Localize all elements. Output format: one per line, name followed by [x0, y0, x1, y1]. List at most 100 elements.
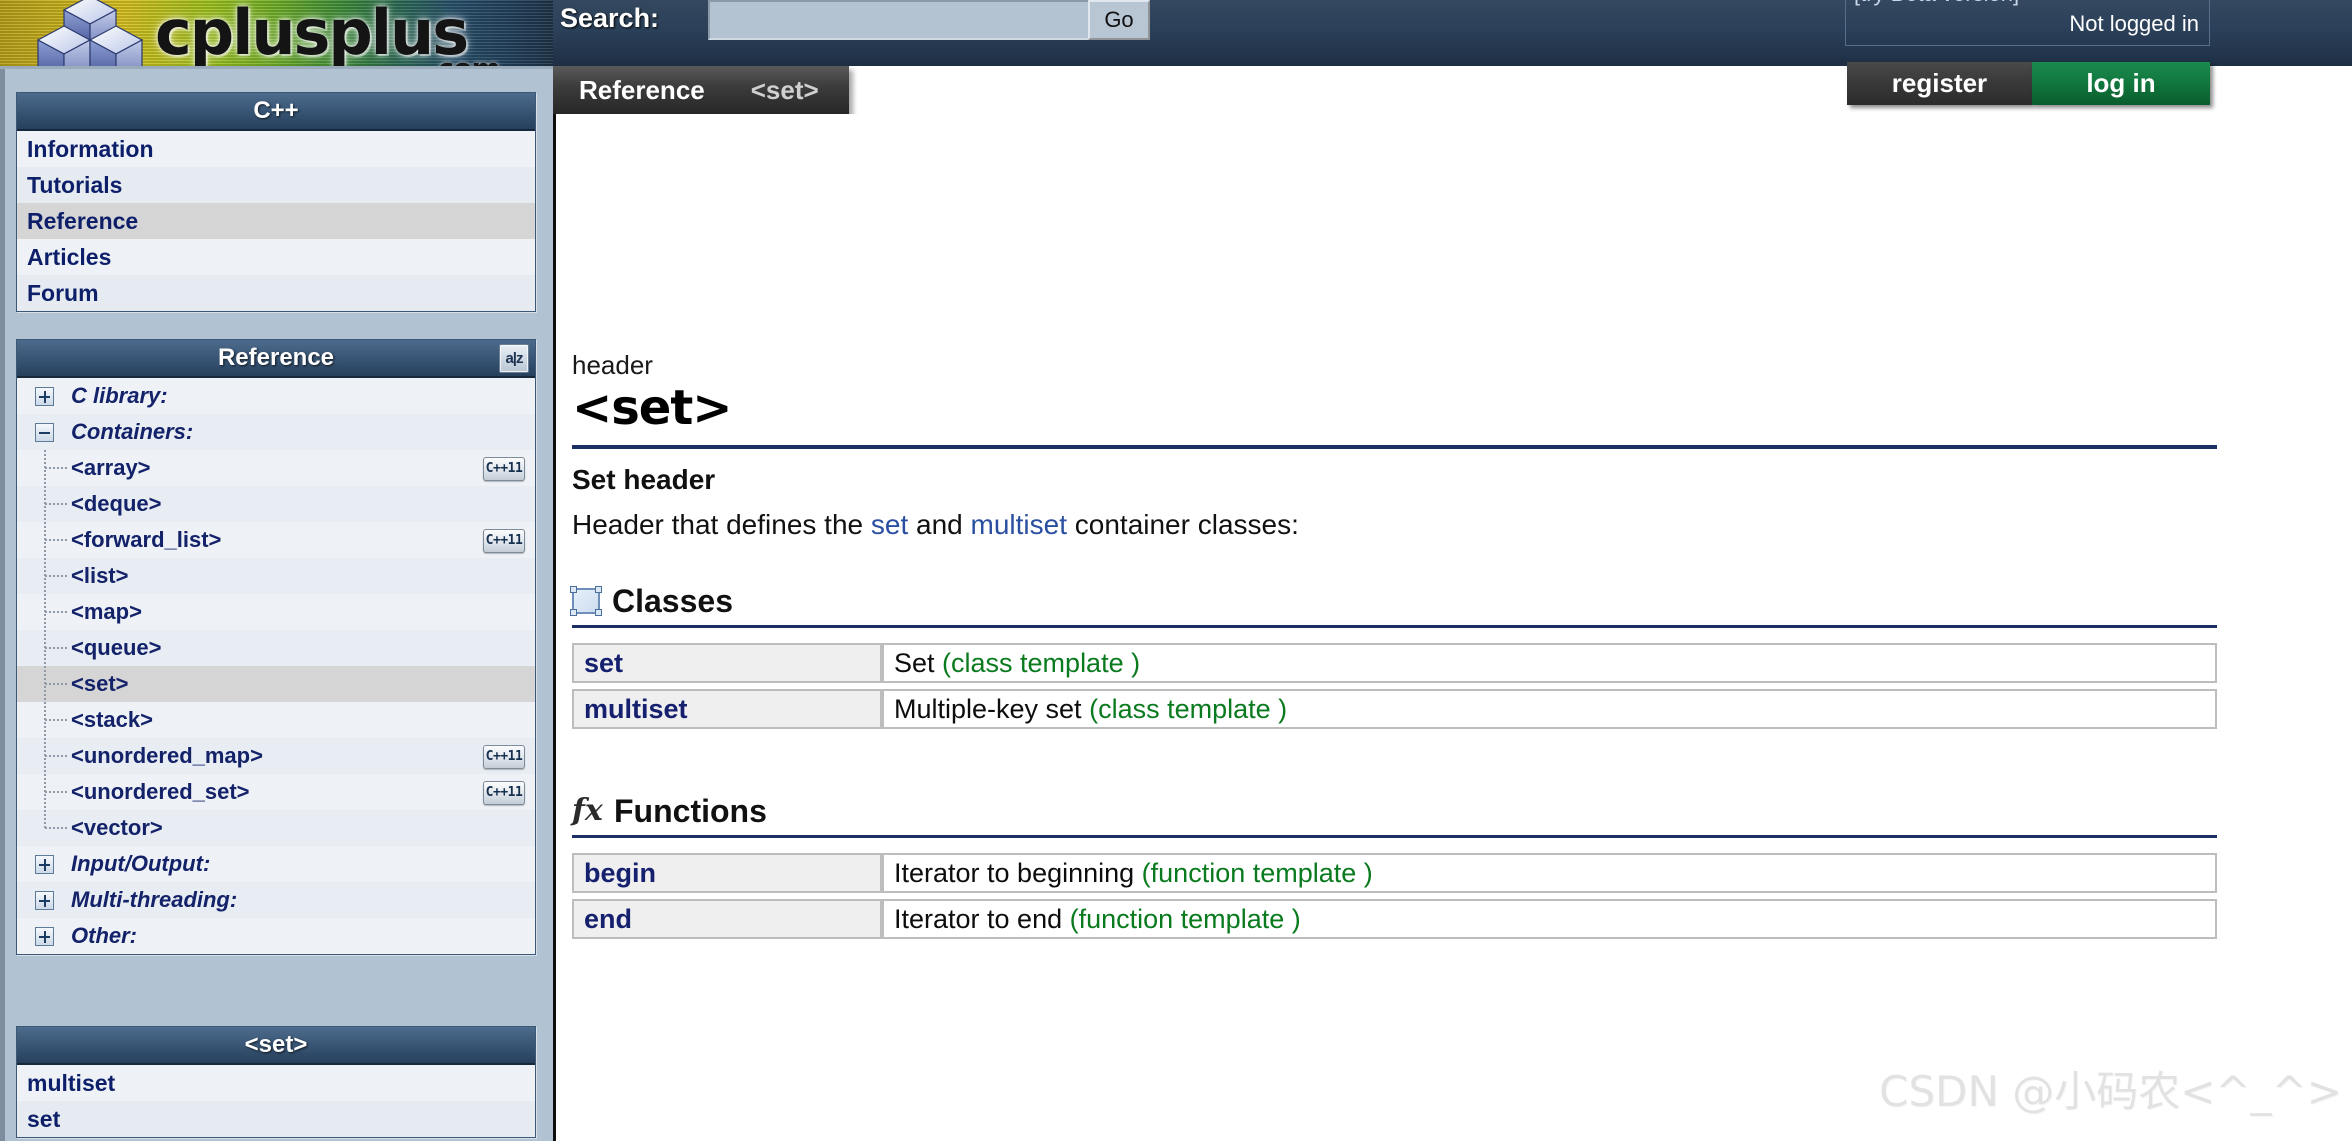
- row-kind-tag: (function template ): [1141, 857, 1373, 888]
- expand-plus-icon[interactable]: [35, 387, 54, 406]
- tree-group-c-library[interactable]: C library:: [17, 378, 535, 414]
- tree-item-stack[interactable]: <stack>: [17, 702, 535, 738]
- set-members-panel: <set> multiset set: [16, 1026, 536, 1138]
- page-description: Header that defines the set and multiset…: [572, 509, 1299, 541]
- link-set[interactable]: set: [871, 509, 908, 540]
- tree-group-multi-threading[interactable]: Multi-threading:: [17, 882, 535, 918]
- expand-plus-icon[interactable]: [35, 891, 54, 910]
- breadcrumb-tabs: Reference <set>: [553, 66, 849, 114]
- sidebar-item-forum[interactable]: Forum: [17, 275, 535, 311]
- sidebar-item-label: set: [27, 1106, 61, 1132]
- tab-set[interactable]: <set>: [724, 66, 849, 114]
- function-name-begin[interactable]: begin: [572, 853, 882, 893]
- tree-item-label: <list>: [71, 563, 129, 588]
- classes-heading-label: Classes: [612, 582, 733, 619]
- sort-alphabetical-icon[interactable]: a|z: [499, 344, 529, 373]
- set-members-list: multiset set: [17, 1065, 535, 1137]
- tree-group-containers[interactable]: Containers:: [17, 414, 535, 450]
- search-go-button[interactable]: Go: [1088, 0, 1150, 40]
- tree-branch-icon: [45, 791, 67, 793]
- tree-branch-icon: [45, 575, 67, 577]
- sidebar-item-articles[interactable]: Articles: [17, 239, 535, 275]
- tree-item-label: Other:: [71, 923, 137, 948]
- tree-branch-icon: [45, 647, 67, 649]
- table-row[interactable]: multiset Multiple-key set (class templat…: [572, 689, 2217, 729]
- tree-group-input-output[interactable]: Input/Output:: [17, 846, 535, 882]
- tree-item-array[interactable]: <array> C++11: [17, 450, 535, 486]
- main-content: header <set> Set header Header that defi…: [556, 114, 2352, 1141]
- section-rule: [572, 625, 2217, 628]
- sidebar-item-label: Tutorials: [27, 172, 123, 198]
- sidebar-item-label: Information: [27, 136, 154, 162]
- reference-panel-title-label: Reference: [217, 344, 335, 371]
- tree-branch-icon: [45, 683, 67, 685]
- logo-wordmark: cplusplus: [155, 0, 469, 66]
- tree-item-label: <deque>: [71, 491, 162, 516]
- table-row[interactable]: set Set (class template ): [572, 643, 2217, 683]
- sidebar-item-reference[interactable]: Reference: [17, 203, 535, 239]
- tree-item-unordered-set[interactable]: <unordered_set> C++11: [17, 774, 535, 810]
- class-desc-set: Set (class template ): [882, 643, 2217, 683]
- cpp11-badge: C++11: [483, 745, 525, 769]
- login-button[interactable]: log in: [2032, 62, 2210, 105]
- tree-branch-icon: [45, 539, 67, 541]
- tree-item-label: <set>: [71, 671, 129, 696]
- functions-section: fx Functions begin Iterator to beginning…: [572, 789, 2217, 945]
- functions-section-heading: fx Functions: [572, 789, 2217, 838]
- tree-item-queue[interactable]: <queue>: [17, 630, 535, 666]
- tree-group-other[interactable]: Other:: [17, 918, 535, 954]
- tree-item-label: <unordered_map>: [71, 743, 263, 768]
- title-rule: [572, 445, 2217, 449]
- tree-item-label: C library:: [71, 383, 168, 408]
- sidebar: C++ Information Tutorials Reference Arti…: [0, 66, 553, 1141]
- tree-item-forward-list[interactable]: <forward_list> C++11: [17, 522, 535, 558]
- sidebar-item-information[interactable]: Information: [17, 131, 535, 167]
- table-row[interactable]: end Iterator to end (function template ): [572, 899, 2217, 939]
- site-header: cplusplus .com Search: Go [try Beta vers…: [0, 0, 2352, 66]
- page-title: <set>: [572, 380, 733, 436]
- tree-item-label: Containers:: [71, 419, 194, 444]
- functions-heading-label: Functions: [614, 792, 767, 829]
- tree-item-deque[interactable]: <deque>: [17, 486, 535, 522]
- tree-item-map[interactable]: <map>: [17, 594, 535, 630]
- register-button[interactable]: register: [1847, 62, 2032, 105]
- expand-plus-icon[interactable]: [35, 855, 54, 874]
- expand-plus-icon[interactable]: [35, 927, 54, 946]
- tab-reference[interactable]: Reference: [553, 66, 726, 114]
- description-mid: and: [908, 509, 971, 540]
- tree-item-set[interactable]: <set>: [17, 666, 535, 702]
- sidebar-item-set[interactable]: set: [17, 1101, 535, 1137]
- description-pre: Header that defines the: [572, 509, 871, 540]
- reference-tree-panel: Reference a|z C library: Containers: <ar…: [16, 339, 536, 955]
- row-desc-text: Iterator to end: [894, 903, 1070, 934]
- link-multiset[interactable]: multiset: [971, 509, 1067, 540]
- tab-set-label: <set>: [750, 74, 819, 105]
- class-name-multiset[interactable]: multiset: [572, 689, 882, 729]
- collapse-minus-icon[interactable]: [35, 423, 54, 442]
- function-name-end[interactable]: end: [572, 899, 882, 939]
- function-desc-end: Iterator to end (function template ): [882, 899, 2217, 939]
- cpp11-badge: C++11: [483, 781, 525, 805]
- tree-branch-icon: [45, 755, 67, 757]
- classes-section: Classes set Set (class template ) multis…: [570, 579, 2217, 735]
- row-kind-tag: (class template ): [1089, 693, 1288, 724]
- row-desc-text: Set: [894, 647, 943, 678]
- tree-item-list[interactable]: <list>: [17, 558, 535, 594]
- row-kind-tag: (class template ): [942, 647, 1141, 678]
- beta-version-link[interactable]: [try Beta version]: [1854, 0, 2019, 7]
- tree-item-vector[interactable]: <vector>: [17, 810, 535, 846]
- cpp-panel: C++ Information Tutorials Reference Arti…: [16, 92, 536, 312]
- site-logo[interactable]: cplusplus .com: [0, 0, 553, 66]
- tree-branch-icon: [45, 719, 67, 721]
- search-input[interactable]: [708, 0, 1113, 40]
- tree-item-label: <stack>: [71, 707, 153, 732]
- row-desc-text: Iterator to beginning: [894, 857, 1142, 888]
- tree-item-label: <queue>: [71, 635, 162, 660]
- class-name-set[interactable]: set: [572, 643, 882, 683]
- table-row[interactable]: begin Iterator to beginning (function te…: [572, 853, 2217, 893]
- class-desc-multiset: Multiple-key set (class template ): [882, 689, 2217, 729]
- tree-item-unordered-map[interactable]: <unordered_map> C++11: [17, 738, 535, 774]
- sidebar-item-tutorials[interactable]: Tutorials: [17, 167, 535, 203]
- class-icon: [570, 586, 602, 616]
- sidebar-item-multiset[interactable]: multiset: [17, 1065, 535, 1101]
